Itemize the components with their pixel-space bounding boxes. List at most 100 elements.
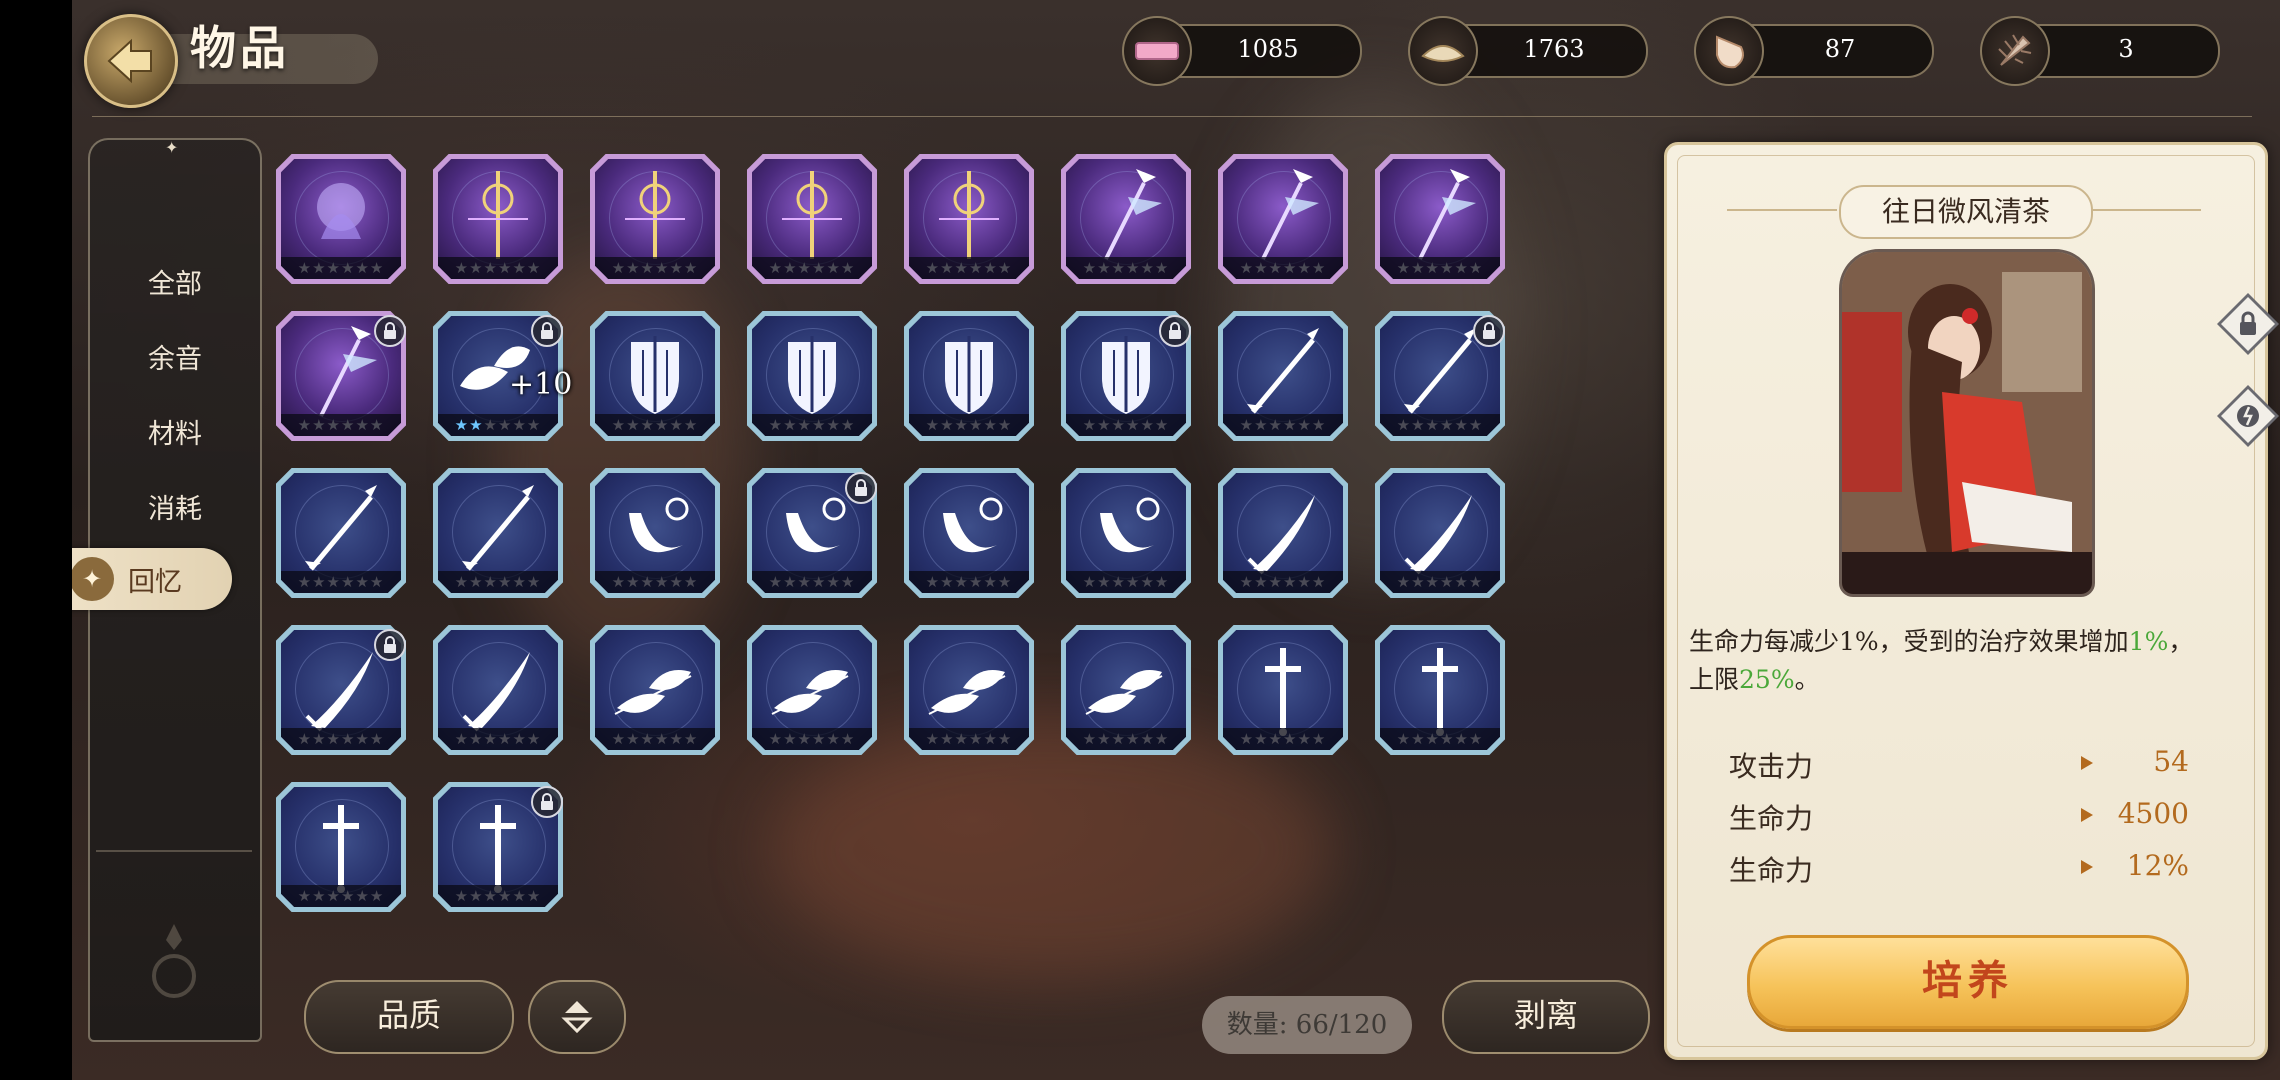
item-slot-purple-staff[interactable]: ★★★★★★ xyxy=(747,154,877,284)
item-slot-purple-staff[interactable]: ★★★★★★ xyxy=(904,154,1034,284)
ticket-icon xyxy=(1122,16,1192,86)
star-rating: ★★★★★★ xyxy=(438,885,558,907)
spear-icon xyxy=(1247,328,1319,414)
stat-row-attack: 攻击力 54 xyxy=(1729,745,2189,785)
sidebar-item-echo[interactable]: 余音 xyxy=(90,337,260,376)
item-slot-horn[interactable]: ★★★★★★ xyxy=(904,468,1034,598)
item-slot-spear[interactable]: ★★★★★★ xyxy=(433,468,563,598)
currency-ticket: 1085 xyxy=(1122,16,1362,86)
sword-icon xyxy=(1265,648,1301,736)
item-art: ★★★★★★ xyxy=(909,473,1029,593)
star-rating: ★★★★★★ xyxy=(595,414,715,436)
currency-spiky-shell: 3 xyxy=(1980,16,2220,86)
header-divider xyxy=(92,116,2252,117)
twig-icon xyxy=(928,670,1006,715)
lock-icon xyxy=(1159,315,1191,347)
item-slot-shield[interactable]: ★★★★★★ xyxy=(747,311,877,441)
star-rating: ★★★★★★ xyxy=(1223,257,1343,279)
spear-icon xyxy=(305,485,377,571)
item-slot-horn[interactable]: ★★★★★★ xyxy=(590,468,720,598)
twig-icon xyxy=(614,670,692,715)
item-slot-sword[interactable]: ★★★★★★ xyxy=(1375,625,1505,755)
item-slot-purple-wand[interactable]: ★★★★★★ xyxy=(1061,154,1191,284)
item-slot-blade[interactable]: ★★★★★★ xyxy=(1218,468,1348,598)
blade-icon xyxy=(1247,495,1315,575)
purple-wand-icon xyxy=(1418,169,1476,260)
star-rating: ★★★★★★ xyxy=(752,414,872,436)
item-art: ★★★★★★ xyxy=(1223,159,1343,279)
star-rating: ★★★★★★ xyxy=(281,414,401,436)
shield-icon xyxy=(631,336,679,414)
item-slot-shield[interactable]: ★★★★★★ xyxy=(904,311,1034,441)
spear-icon xyxy=(462,485,534,571)
sidebar-item-all[interactable]: 全部 xyxy=(90,262,260,301)
conch-shell-icon xyxy=(1694,16,1764,86)
star-rating: ★★★★★★ xyxy=(438,257,558,279)
star-rating: ★★★★★★ xyxy=(909,728,1029,750)
back-button[interactable] xyxy=(84,14,178,108)
item-slot-purple-wand[interactable]: ★★★★★★ xyxy=(1218,154,1348,284)
item-art: ★★★★★★ xyxy=(438,630,558,750)
item-art: ★★★★★★ xyxy=(281,787,401,907)
item-art: ★★★★★★ xyxy=(1066,473,1186,593)
item-art: ★★★★★★ xyxy=(1380,630,1500,750)
item-art: ★★★★★★ xyxy=(595,159,715,279)
star-rating: ★★★★★★ xyxy=(909,571,1029,593)
star-rating: ★★★★★★ xyxy=(1223,414,1343,436)
item-slot-spear[interactable]: ★★★★★★ xyxy=(1218,311,1348,441)
purple-staff-icon xyxy=(939,171,999,259)
item-slot-blade[interactable]: ★★★★★★ xyxy=(433,625,563,755)
item-slot-blade[interactable]: ★★★★★★ xyxy=(1375,468,1505,598)
lock-icon xyxy=(2240,311,2256,335)
stat-value: 12% xyxy=(2126,849,2189,882)
sort-order-button[interactable] xyxy=(528,980,626,1054)
item-art: ★★★★★★ xyxy=(752,630,872,750)
skill-highlight: 25% xyxy=(1739,665,1795,694)
item-slot-twig[interactable]: ★★★★★★ xyxy=(1061,625,1191,755)
blade-icon xyxy=(462,652,530,732)
star-rating: ★★★★★★ xyxy=(1380,257,1500,279)
star-rating: ★★★★★★ xyxy=(909,414,1029,436)
item-slot-spear[interactable]: ★★★★★★ xyxy=(276,468,406,598)
item-slot-twig[interactable]: ★★★★★★ xyxy=(590,625,720,755)
item-detail-panel: 往日微风清茶 生命力每减少1%，受到的治疗效果增加1%， 上限25%。 攻击力 … xyxy=(1664,142,2279,1060)
item-art: ★★★★★★ xyxy=(909,316,1029,436)
quality-sort-button[interactable]: 品质 xyxy=(304,980,514,1054)
stat-label: 生命力 xyxy=(1729,802,1814,835)
item-slot-purple-staff[interactable]: ★★★★★★ xyxy=(590,154,720,284)
currency-value: 3 xyxy=(2118,35,2134,63)
star-rating: ★★★★★★ xyxy=(1380,414,1500,436)
star-rating: ★★★★★★ xyxy=(438,728,558,750)
item-slot-horn[interactable]: ★★★★★★ xyxy=(1061,468,1191,598)
arrow-icon xyxy=(2081,808,2093,822)
item-art: ★★★★★★ xyxy=(752,316,872,436)
sidebar-item-consumables[interactable]: 消耗 xyxy=(90,487,260,526)
item-art: ★★★★★★ xyxy=(438,159,558,279)
item-slot-twig[interactable]: ★★★★★★ xyxy=(904,625,1034,755)
item-slot-sword[interactable]: ★★★★★★ xyxy=(276,782,406,912)
item-count: 数量: 66/120 xyxy=(1202,996,1412,1054)
cultivate-button[interactable]: 培养 xyxy=(1747,935,2189,1029)
lock-icon xyxy=(374,315,406,347)
item-art: ★★★★★★ xyxy=(281,159,401,279)
item-slot-twig[interactable]: ★★★★★★ xyxy=(747,625,877,755)
item-slot-purple-wand[interactable]: ★★★★★★ xyxy=(1375,154,1505,284)
lock-icon xyxy=(531,786,563,818)
item-slot-sword[interactable]: ★★★★★★ xyxy=(1218,625,1348,755)
sidebar-item-label: 回忆 xyxy=(128,567,182,598)
item-slot-shield[interactable]: ★★★★★★ xyxy=(590,311,720,441)
skill-description: 生命力每减少1%，受到的治疗效果增加1%， 上限25%。 xyxy=(1689,623,2249,699)
star-rating: ★★★★★★ xyxy=(1380,571,1500,593)
back-arrow-icon xyxy=(107,38,152,84)
shield-icon xyxy=(788,336,836,414)
item-slot-purple-spirit[interactable]: ★★★★★★ xyxy=(276,154,406,284)
sidebar-item-materials[interactable]: 材料 xyxy=(90,412,260,451)
stat-value: 54 xyxy=(2153,745,2189,778)
sidebar-item-memories[interactable]: ✦ 回忆 xyxy=(72,548,232,610)
sort-toggle-icon xyxy=(561,1001,593,1034)
item-slot-purple-staff[interactable]: ★★★★★★ xyxy=(433,154,563,284)
strip-button[interactable]: 剥离 xyxy=(1442,980,1650,1054)
sparkle-icon: ✦ xyxy=(72,557,114,601)
broken-heart-icon xyxy=(2237,405,2259,427)
sword-icon xyxy=(323,805,359,893)
